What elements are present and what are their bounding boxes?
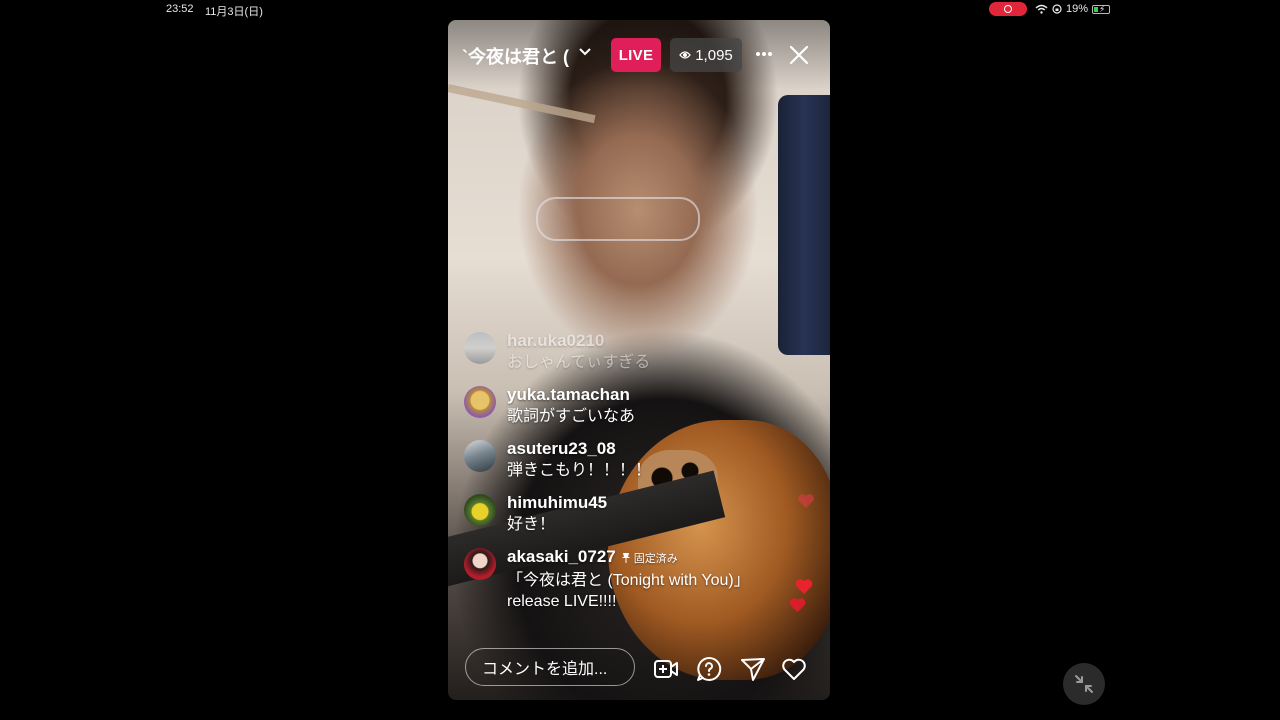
comment-username[interactable]: akasaki_0727 固定済み — [507, 546, 794, 570]
comment-username[interactable]: asuteru23_08 — [507, 438, 794, 460]
floating-heart-icon — [795, 579, 813, 594]
status-time: 23:52 — [166, 3, 194, 15]
floating-heart-icon — [789, 598, 806, 612]
glasses — [536, 197, 700, 241]
comment-text: 歌詞がすごいなあ — [507, 408, 636, 425]
heart-icon[interactable] — [781, 656, 807, 682]
pinned-label-text: 固定済み — [633, 553, 678, 565]
curtain — [778, 95, 830, 355]
status-icons: 19% ⚡ — [1035, 2, 1111, 16]
pin-icon — [622, 553, 630, 563]
comment-username[interactable]: himuhimu45 — [507, 492, 794, 514]
close-icon[interactable] — [788, 44, 810, 66]
live-video-view[interactable]: `今夜は君と ( LIVE 1,095 har.uka0210 おしゃんてぃすぎ… — [448, 20, 830, 700]
comment-item-pinned[interactable]: akasaki_0727 固定済み 「今夜は君と (Tonight with Yo… — [464, 546, 794, 612]
screen-recording-indicator[interactable] — [989, 2, 1027, 16]
comment-item[interactable]: yuka.tamachan 歌詞がすごいなあ — [464, 384, 794, 428]
comment-text: 好き！ — [507, 516, 556, 533]
comment-text: おしゃんてぃすぎる — [507, 354, 651, 371]
avatar[interactable] — [464, 440, 496, 472]
add-video-icon[interactable] — [653, 656, 679, 682]
more-icon[interactable] — [754, 47, 774, 61]
avatar[interactable] — [464, 332, 496, 364]
live-title[interactable]: `今夜は君と ( — [462, 43, 586, 69]
comment-username-text[interactable]: akasaki_0727 — [507, 547, 616, 566]
rotation-lock-icon — [1052, 4, 1062, 14]
floating-heart-icon — [798, 494, 814, 508]
viewer-count-badge[interactable]: 1,095 — [670, 38, 742, 72]
minimize-icon — [1075, 675, 1093, 693]
comment-text-line2: release LIVE!!!! — [507, 593, 617, 610]
send-icon[interactable] — [740, 656, 766, 682]
status-date: 11月3日(日) — [205, 6, 263, 18]
comment-text: 「今夜は君と (Tonight with You)」 — [507, 572, 750, 589]
live-badge: LIVE — [611, 38, 661, 72]
comment-item[interactable]: himuhimu45 好き！ — [464, 492, 794, 536]
viewer-count: 1,095 — [695, 46, 733, 64]
pinned-label: 固定済み — [622, 553, 678, 565]
comment-list[interactable]: har.uka0210 おしゃんてぃすぎる yuka.tamachan 歌詞がす… — [464, 330, 794, 622]
chevron-down-icon[interactable] — [578, 44, 592, 58]
minimize-button[interactable] — [1063, 663, 1105, 705]
eye-icon — [679, 51, 692, 59]
question-icon[interactable] — [696, 656, 722, 682]
comment-item[interactable]: har.uka0210 おしゃんてぃすぎる — [464, 330, 794, 374]
wifi-icon — [1035, 4, 1048, 14]
battery-icon: ⚡ — [1092, 4, 1111, 14]
comment-input[interactable]: コメントを追加... — [465, 648, 635, 686]
battery-percent: 19% — [1066, 3, 1089, 15]
avatar[interactable] — [464, 548, 496, 580]
comment-username[interactable]: yuka.tamachan — [507, 384, 794, 406]
avatar[interactable] — [464, 386, 496, 418]
comment-username[interactable]: har.uka0210 — [507, 330, 794, 352]
comment-item[interactable]: asuteru23_08 弾きこもり！！！！ — [464, 438, 794, 482]
avatar[interactable] — [464, 494, 496, 526]
comment-text: 弾きこもり！！！！ — [507, 462, 652, 479]
